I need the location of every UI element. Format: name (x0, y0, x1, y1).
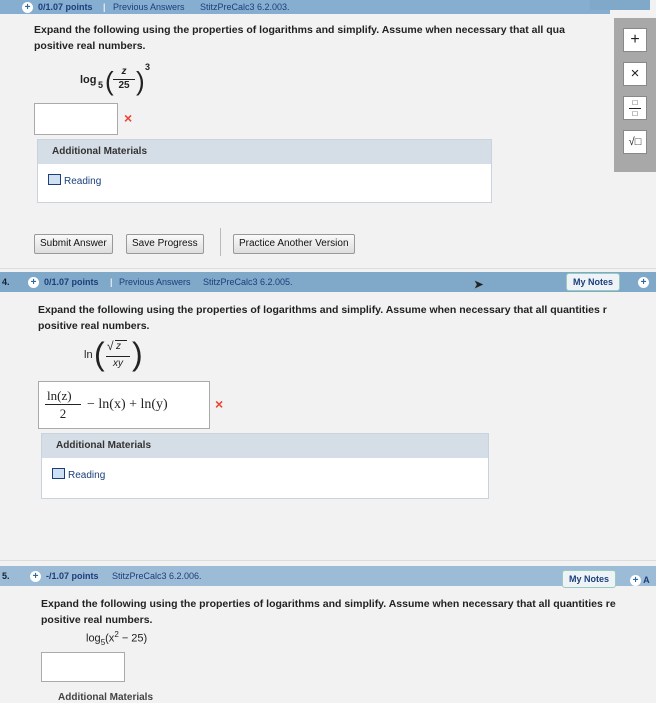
practice-another-version-button[interactable]: Practice Another Version (233, 234, 355, 254)
q4-sqrt-icon: √ (107, 339, 114, 353)
q4-header: 4. + 0/1.07 points | Previous Answers St… (0, 272, 656, 292)
q3-exponent: 3 (145, 62, 151, 72)
fraction-top-icon: □ (632, 98, 638, 107)
q4-answer-numerator: ln(z) (47, 388, 72, 403)
q5-my-notes-button[interactable]: My Notes (562, 570, 617, 588)
q3-previous-answers-link[interactable]: Previous Answers (113, 0, 185, 14)
q4-answer-input[interactable]: ln(z) 2 − ln(x) + ln(y) (38, 381, 210, 429)
fraction-tool-button[interactable]: □ □ (623, 96, 647, 120)
q3-incorrect-mark: × (124, 110, 133, 126)
q3-instruction: Expand the following using the propertie… (34, 22, 622, 54)
q4-source: StitzPreCalc3 6.2.005. (203, 277, 293, 287)
sqrt-tool-button[interactable]: √□ (623, 130, 647, 154)
q4-reading-link[interactable]: Reading (42, 458, 488, 481)
q4-right-paren: ) (132, 336, 143, 372)
q3-expression: log 5 ( z 25 ) 3 (80, 62, 170, 98)
q3-additional-materials-title: Additional Materials (38, 140, 491, 164)
q4-answer-fraction-bar (45, 404, 81, 405)
q4-instruction: Expand the following using the propertie… (38, 302, 656, 334)
q4-instruction-line2: positive real numbers. (38, 320, 150, 332)
q3-points: 0/1.07 points (38, 2, 93, 12)
q3-log-base: 5 (98, 80, 104, 90)
q3-right-paren: ) (136, 66, 145, 96)
button-divider (220, 228, 221, 256)
q4-radicand: z (116, 341, 121, 352)
q5-arg: (x (105, 632, 115, 645)
q5-tail: − 25) (118, 632, 148, 645)
q5-instruction-line2: positive real numbers. (41, 614, 153, 626)
q4-divider (0, 268, 656, 269)
q3-instruction-line1: Expand the following using the propertie… (34, 24, 565, 36)
q5-divider (0, 560, 656, 561)
q4-my-notes-label: My Notes (573, 277, 614, 287)
q4-expression: ln ( √ z xy ) (84, 336, 164, 376)
q5-log-text: log (86, 632, 101, 645)
q5-instruction-line1: Expand the following using the propertie… (41, 598, 616, 610)
q4-number: 4. (2, 277, 10, 287)
times-tool-button[interactable]: × (623, 62, 647, 86)
q3-fraction-numerator: z (121, 66, 127, 77)
q4-previous-answers-link[interactable]: Previous Answers (119, 272, 191, 292)
q5-header: 5. + -/1.07 points StitzPreCalc3 6.2.006… (0, 566, 656, 588)
q3-additional-materials: Additional Materials Reading (37, 139, 492, 203)
q3-header: + 0/1.07 points | Previous Answers Stitz… (0, 0, 610, 14)
fraction-bottom-icon: □ (632, 109, 638, 118)
q5-instruction: Expand the following using the propertie… (41, 596, 656, 628)
q3-instruction-line2: positive real numbers. (34, 40, 146, 52)
q3-source: StitzPreCalc3 6.2.003. (200, 2, 290, 12)
q3-separator: | (103, 2, 106, 12)
q5-additional-materials-title: Additional Materials (58, 692, 154, 703)
q3-my-notes-button[interactable] (590, 0, 650, 10)
q4-ln-text: ln (84, 349, 93, 361)
q5-number: 5. (2, 571, 10, 581)
book-icon (52, 468, 65, 479)
q3-reading-link[interactable]: Reading (38, 164, 491, 187)
save-progress-button[interactable]: Save Progress (126, 234, 204, 254)
q4-points: 0/1.07 points (44, 277, 99, 287)
q3-fraction-denominator: 25 (118, 80, 130, 91)
q4-answer-rest: − ln(x) + ln(y) (87, 397, 168, 412)
q3-log-text: log (80, 74, 97, 86)
q3-status-icon: + (22, 0, 33, 14)
q4-instruction-line1: Expand the following using the propertie… (38, 304, 607, 316)
q5-ask-button[interactable]: + A (630, 570, 650, 590)
q4-additional-materials: Additional Materials Reading (41, 433, 489, 499)
q3-answer-input[interactable] (34, 103, 118, 135)
q4-fraction-bar (106, 356, 130, 357)
mouse-cursor-icon: ➤ (474, 279, 484, 291)
q5-answer-input[interactable] (41, 652, 125, 682)
q4-additional-materials-title: Additional Materials (42, 434, 488, 458)
math-toolbar: + × □ □ √□ (614, 18, 656, 172)
q4-incorrect-mark: × (215, 396, 224, 412)
q4-left-paren: ( (94, 336, 105, 372)
q4-answer-denominator: 2 (59, 406, 67, 421)
q4-reading-label: Reading (68, 470, 106, 481)
book-icon (48, 174, 61, 185)
plus-tool-button[interactable]: + (623, 28, 647, 52)
q4-fraction-denominator: xy (113, 358, 123, 369)
q4-status-icon: + (28, 272, 39, 292)
q5-points: -/1.07 points (46, 571, 99, 581)
q5-status-icon: + (30, 566, 41, 586)
q3-reading-label: Reading (64, 176, 102, 187)
q4-separator: | (110, 277, 113, 287)
q4-ask-icon[interactable]: + (638, 272, 649, 292)
submit-answer-button[interactable]: Submit Answer (34, 234, 113, 254)
q4-my-notes-button[interactable]: My Notes (566, 273, 621, 291)
q5-ask-label: A (643, 575, 650, 585)
q5-source: StitzPreCalc3 6.2.006. (112, 571, 202, 581)
q5-expression: log5(x2 − 25) (86, 630, 147, 647)
q5-my-notes-label: My Notes (569, 574, 610, 584)
